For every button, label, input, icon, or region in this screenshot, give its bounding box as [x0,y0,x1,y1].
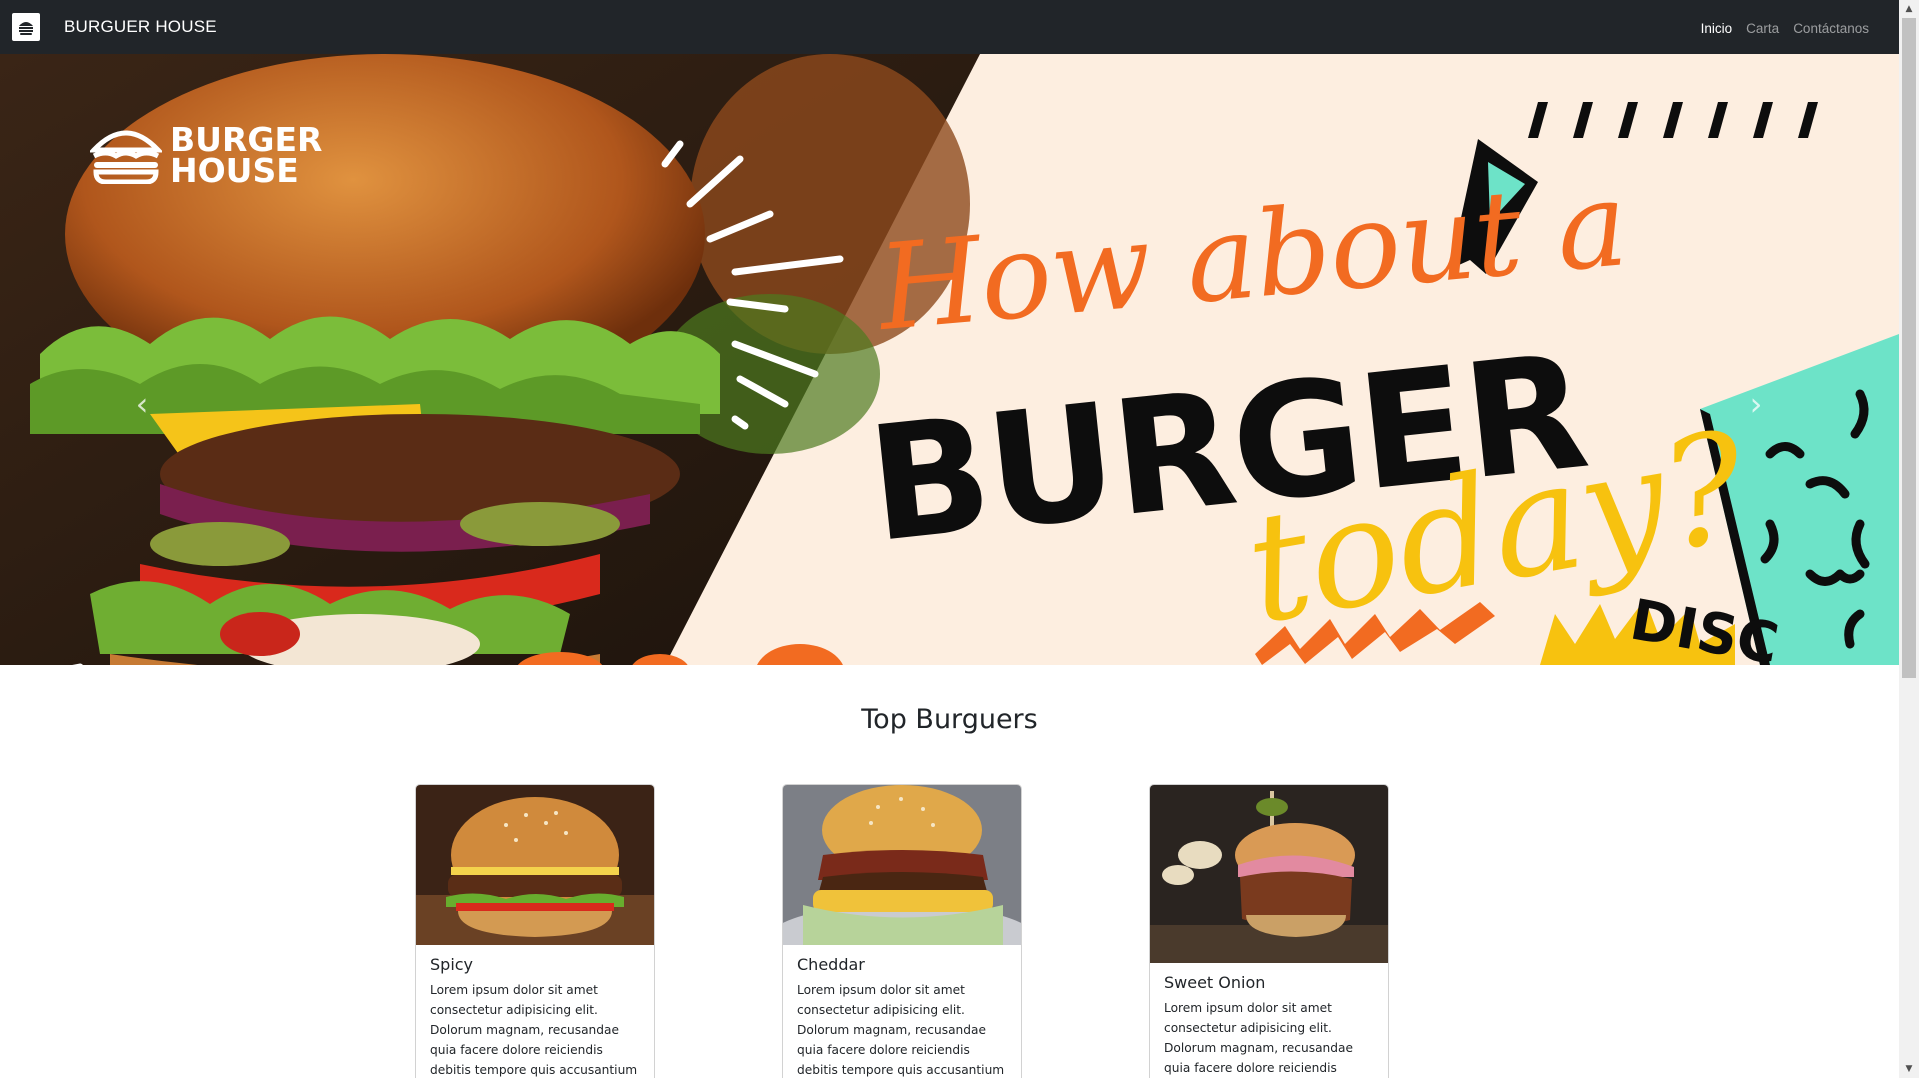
card-image-sweet-onion [1150,785,1388,963]
burger-logo-icon[interactable] [12,13,40,41]
card-text-sweet-onion: Lorem ipsum dolor sit amet consectetur a… [1164,1001,1353,1075]
nav-links: Inicio Carta Contáctanos [1701,18,1869,37]
hero-carousel: BURGER HOUSE How about a BURGER today? ‹… [0,54,1899,665]
brand-name[interactable]: BURGUER HOUSE [64,17,217,37]
card-text-spicy: Lorem ipsum dolor sit amet consectetur a… [430,983,638,1077]
nav-link-carta[interactable]: Carta [1746,21,1779,36]
card-title-spicy: Spicy [430,955,474,974]
product-card-cheddar[interactable]: Cheddar Lorem ipsum dolor sit amet conse… [782,784,1022,1078]
card-image-cheddar [783,785,1021,945]
card-text-cheddar: Lorem ipsum dolor sit amet consectetur a… [797,983,1005,1077]
nav-link-contactanos[interactable]: Contáctanos [1793,21,1869,36]
carousel-next-button[interactable]: › [1736,384,1776,424]
card-title-cheddar: Cheddar [797,955,865,974]
nav-link-inicio[interactable]: Inicio [1701,21,1733,36]
hero-burger-icon [88,122,164,188]
scroll-down-arrow-icon[interactable]: ▼ [1899,1060,1919,1078]
scroll-thumb[interactable] [1902,18,1916,678]
navbar: BURGUER HOUSE Inicio Carta Contáctanos [0,0,1899,54]
product-card-sweet-onion[interactable]: Sweet Onion Lorem ipsum dolor sit amet c… [1149,784,1389,1078]
section-title: Top Burguers [861,704,1038,735]
scroll-up-arrow-icon[interactable]: ▲ [1899,0,1919,18]
product-card-spicy[interactable]: Spicy Lorem ipsum dolor sit amet consect… [415,784,655,1078]
card-title-sweet-onion: Sweet Onion [1164,973,1266,992]
card-image-spicy [416,785,654,945]
hero-logo: BURGER HOUSE [88,122,322,190]
hero-logo-line2: HOUSE [170,151,299,190]
carousel-prev-button[interactable]: ‹ [122,384,162,424]
page-scrollbar[interactable]: ▲ ▼ [1899,0,1919,1078]
